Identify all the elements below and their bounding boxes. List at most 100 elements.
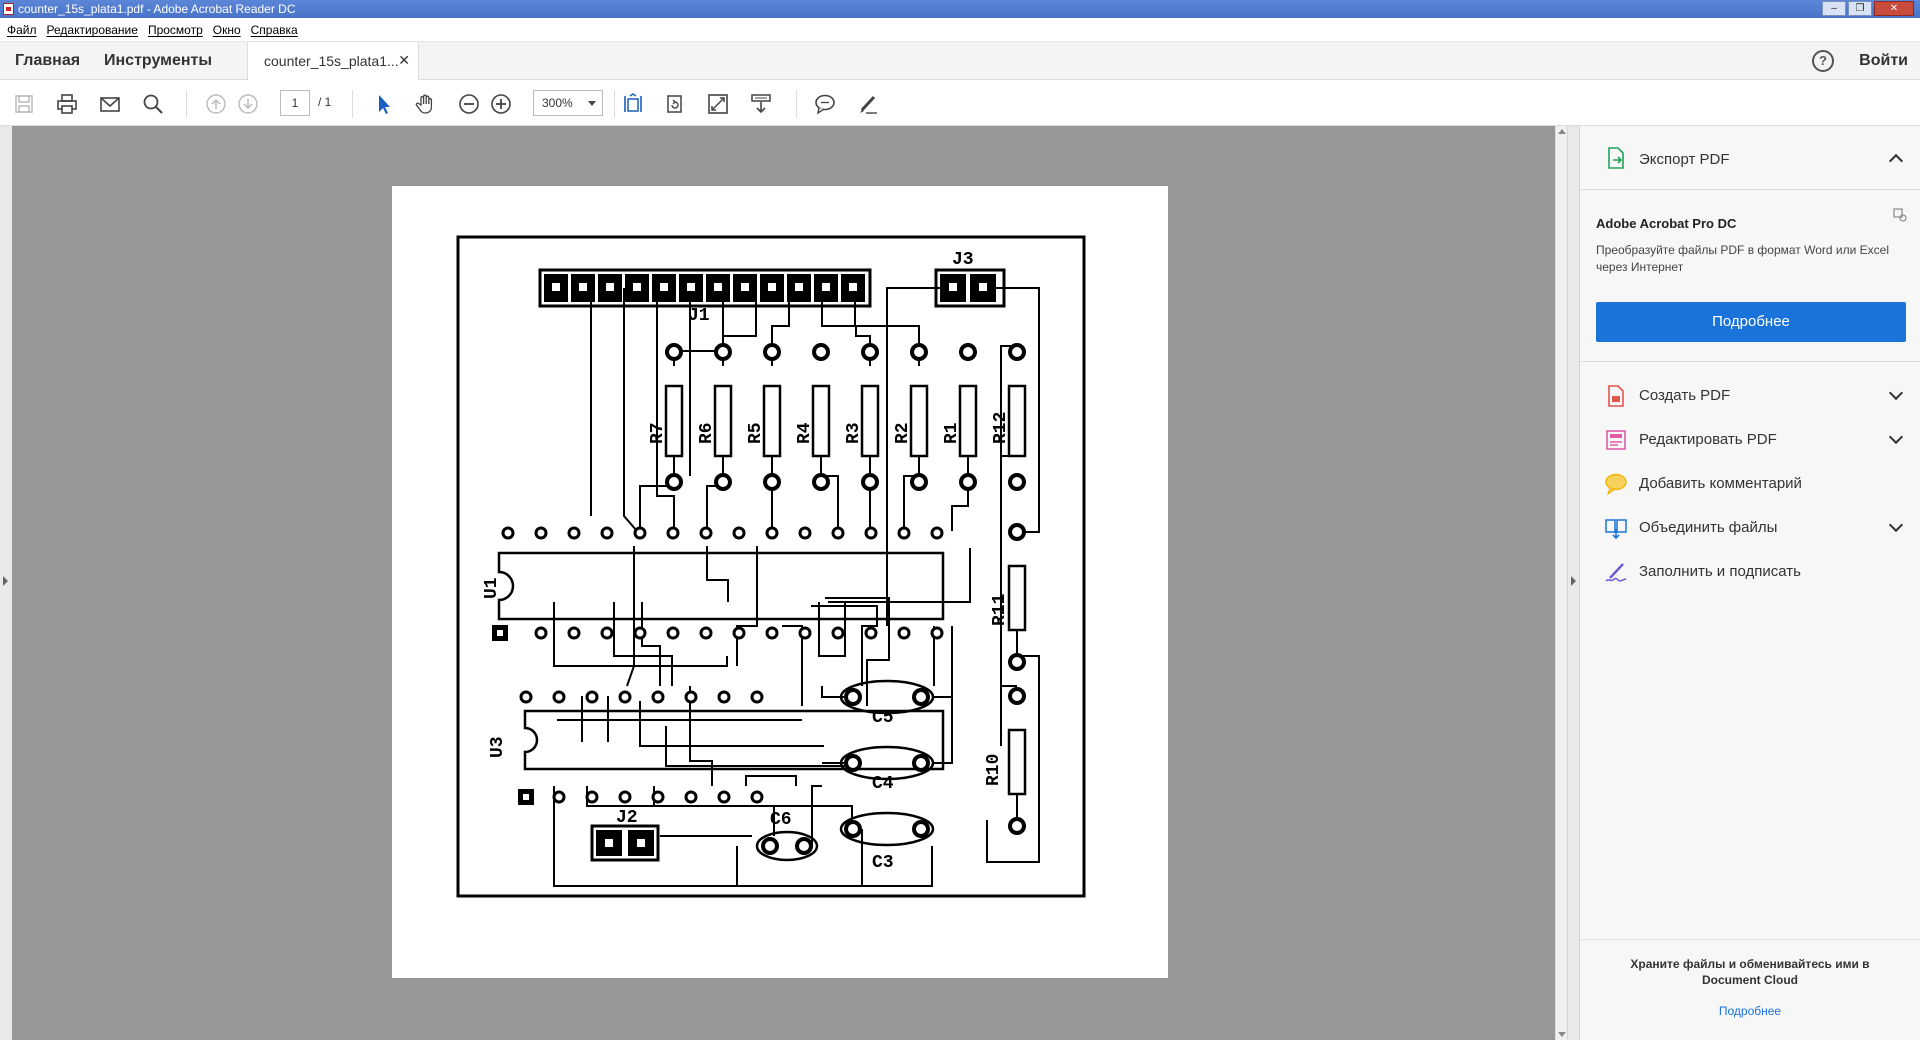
- page-total: / 1: [318, 95, 332, 109]
- toolbar-divider: [796, 90, 797, 118]
- window-title: counter_15s_plata1.pdf - Adobe Acrobat R…: [18, 2, 296, 16]
- search-icon[interactable]: [142, 93, 164, 115]
- export-pdf-label: Экспорт PDF: [1639, 151, 1730, 168]
- window-titlebar: counter_15s_plata1.pdf - Adobe Acrobat R…: [0, 0, 1920, 18]
- add-comment-icon: [1605, 473, 1627, 496]
- toolbar-divider: [614, 90, 615, 118]
- label-j3: J3: [952, 250, 974, 270]
- add-comment-label: Добавить комментарий: [1639, 475, 1802, 492]
- tool-edit-pdf[interactable]: Редактировать PDF: [1580, 418, 1920, 462]
- label-r6: R6: [697, 422, 717, 444]
- menu-view[interactable]: Просмотр: [148, 18, 203, 41]
- print-icon[interactable]: [56, 93, 78, 115]
- tools-pane: Экспорт PDF Adobe Acrobat Pro DC Преобра…: [1579, 126, 1920, 1040]
- highlight-pen-icon[interactable]: [857, 93, 879, 115]
- save-icon[interactable]: [13, 93, 35, 115]
- document-tab-label: counter_15s_plata1...: [264, 53, 399, 69]
- learn-more-button[interactable]: Подробнее: [1596, 302, 1906, 342]
- acrobat-pro-promo: Adobe Acrobat Pro DC Преобразуйте файлы …: [1580, 190, 1920, 362]
- combine-files-icon: [1605, 519, 1627, 540]
- menu-edit[interactable]: Редактирование: [47, 18, 138, 41]
- label-c6: C6: [770, 810, 792, 830]
- previous-page-icon[interactable]: [205, 93, 227, 115]
- label-c4: C4: [872, 774, 894, 794]
- main-toolbar: 1 / 1 300%: [0, 80, 1920, 126]
- vertical-scrollbar[interactable]: [1555, 126, 1567, 1040]
- pdf-page: J1 J3 J2 C5 C4 C3 C6 R7 R6 R5 R4 R3 R2 R…: [392, 186, 1168, 978]
- help-button[interactable]: ?: [1812, 50, 1834, 72]
- menu-window[interactable]: Окно: [213, 18, 241, 41]
- tool-create-pdf[interactable]: Создать PDF: [1580, 374, 1920, 418]
- create-pdf-label: Создать PDF: [1639, 387, 1731, 404]
- pcb-drawing: J1 J3 J2 C5 C4 C3 C6 R7 R6 R5 R4 R3 R2 R…: [456, 235, 1086, 898]
- combine-files-label: Объединить файлы: [1639, 519, 1778, 536]
- right-panel-toggle[interactable]: [1567, 126, 1579, 1040]
- fit-page-icon[interactable]: [622, 93, 644, 115]
- label-u3: U3: [488, 736, 508, 758]
- label-u1: U1: [482, 577, 502, 599]
- collapse-chevron-icon[interactable]: [1888, 153, 1904, 169]
- next-page-icon[interactable]: [237, 93, 259, 115]
- label-r11: R11: [990, 593, 1010, 626]
- scrolling-mode-icon[interactable]: [750, 93, 772, 115]
- full-screen-icon[interactable]: [707, 93, 729, 115]
- left-panel-toggle[interactable]: [0, 126, 12, 1040]
- document-cloud-text: Храните файлы и обменивайтесь ими в Docu…: [1630, 957, 1870, 987]
- tool-combine-files[interactable]: Объединить файлы: [1580, 506, 1920, 550]
- hand-tool-icon[interactable]: [415, 93, 437, 115]
- label-r5: R5: [746, 422, 766, 444]
- tab-tools[interactable]: Инструменты: [104, 52, 212, 70]
- export-pdf-section[interactable]: Экспорт PDF: [1580, 126, 1920, 190]
- close-window-button[interactable]: ✕: [1874, 1, 1914, 16]
- label-r4: R4: [795, 422, 815, 444]
- label-r10: R10: [984, 754, 1004, 786]
- label-c5: C5: [872, 708, 894, 728]
- label-r2: R2: [893, 422, 913, 444]
- tab-document[interactable]: counter_15s_plata1... ✕: [247, 42, 419, 80]
- toolbar-divider: [352, 90, 353, 118]
- menu-bar: Файл Редактирование Просмотр Окно Справк…: [0, 18, 1920, 42]
- restore-button[interactable]: ❐: [1848, 1, 1872, 16]
- label-r12: R12: [991, 412, 1011, 444]
- label-c3: C3: [872, 853, 894, 873]
- fill-sign-icon: [1605, 563, 1627, 582]
- zoom-out-icon[interactable]: [458, 93, 480, 115]
- expand-chevron-icon[interactable]: [1888, 385, 1904, 401]
- expand-chevron-icon[interactable]: [1888, 517, 1904, 533]
- edit-pdf-label: Редактировать PDF: [1639, 431, 1777, 448]
- label-r7: R7: [648, 422, 668, 444]
- acrobat-app-icon: [3, 3, 14, 15]
- close-tab-icon[interactable]: ✕: [398, 52, 410, 69]
- rotate-view-icon[interactable]: [664, 93, 686, 115]
- export-pdf-icon: [1608, 147, 1624, 169]
- page-number-input[interactable]: 1: [280, 90, 310, 116]
- expand-chevron-icon[interactable]: [1888, 429, 1904, 445]
- label-j1: J1: [688, 306, 710, 326]
- zoom-in-icon[interactable]: [490, 93, 512, 115]
- zoom-level-select[interactable]: 300%: [533, 90, 603, 116]
- tool-fill-sign[interactable]: Заполнить и подписать: [1580, 550, 1920, 594]
- document-cloud-learn-more-link[interactable]: Подробнее: [1610, 1004, 1890, 1018]
- promo-title: Adobe Acrobat Pro DC: [1596, 216, 1737, 231]
- create-pdf-icon: [1608, 385, 1624, 407]
- window-controls: – ❐ ✕: [1822, 1, 1914, 16]
- minimize-button[interactable]: –: [1822, 1, 1846, 16]
- toolbar-divider: [186, 90, 187, 118]
- tab-bar: Главная Инструменты counter_15s_plata1..…: [0, 42, 1920, 80]
- footer-divider: [1580, 939, 1920, 940]
- signin-button[interactable]: Войти: [1859, 52, 1908, 70]
- edit-pdf-icon: [1606, 430, 1626, 450]
- fill-sign-label: Заполнить и подписать: [1639, 563, 1801, 580]
- promo-description: Преобразуйте файлы PDF в формат Word или…: [1596, 243, 1890, 274]
- label-r3: R3: [844, 422, 864, 444]
- select-cursor-icon[interactable]: [373, 93, 395, 115]
- comment-icon[interactable]: [814, 93, 836, 115]
- promo-settings-icon[interactable]: [1893, 208, 1907, 222]
- scroll-down-icon[interactable]: [1558, 1032, 1566, 1037]
- tab-home[interactable]: Главная: [15, 52, 80, 70]
- email-icon[interactable]: [99, 93, 121, 115]
- menu-file[interactable]: Файл: [7, 18, 37, 41]
- scroll-up-icon[interactable]: [1558, 129, 1566, 134]
- menu-help[interactable]: Справка: [251, 18, 298, 41]
- tool-add-comment[interactable]: Добавить комментарий: [1580, 462, 1920, 506]
